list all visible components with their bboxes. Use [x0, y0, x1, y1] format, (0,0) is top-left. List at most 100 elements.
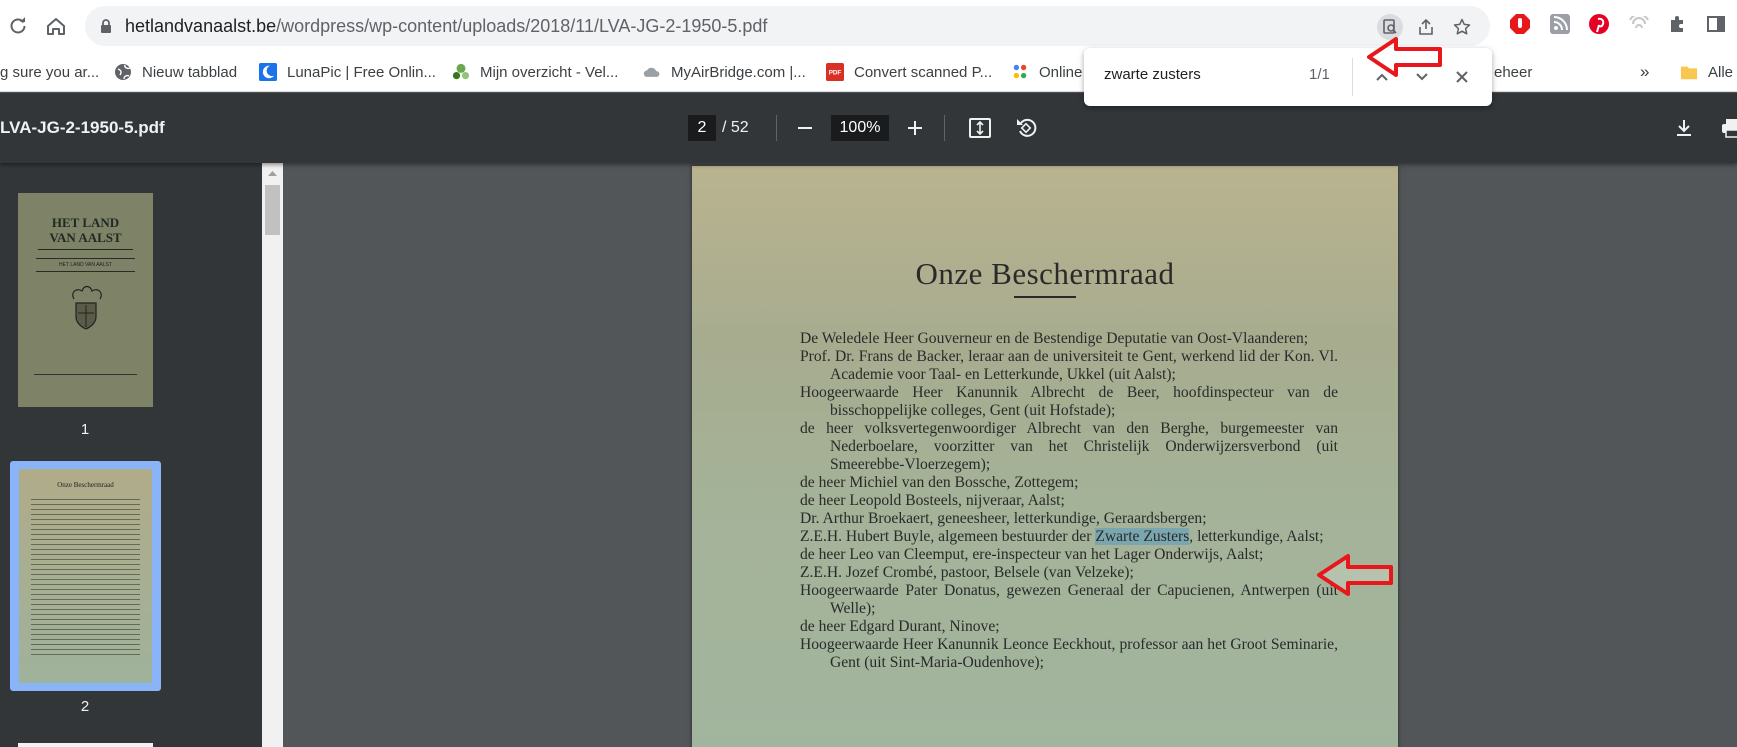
thumbnail-title: HET LAND VAN AALST	[49, 215, 122, 245]
red-arrow-annotation-icon	[1367, 37, 1442, 77]
bookmark-item[interactable]: Online	[1011, 58, 1082, 86]
side-panel-icon[interactable]	[1704, 12, 1728, 36]
thumbnail-number: 2	[80, 698, 90, 715]
bookmark-item[interactable]: g sure you ar...	[0, 58, 99, 86]
pdf-filename: LVA-JG-2-1950-5.pdf	[0, 118, 165, 137]
find-divider	[1352, 58, 1353, 96]
thumbnail-rule	[38, 249, 133, 250]
zoom-level-input[interactable]: 100%	[831, 115, 889, 141]
entry-text: Dr. Arthur Broekaert, geneesheer, letter…	[800, 510, 1207, 527]
entry-text: de heer Leopold Bosteels, nijveraar, Aal…	[800, 492, 1065, 509]
bookmarks-overflow-button[interactable]: »	[1640, 58, 1649, 86]
address-bar[interactable]: hetlandvanaalst.be/wordpress/wp-content/…	[85, 6, 1490, 46]
document-entry: de heer Leo van Cleemput, ere-inspecteur…	[800, 546, 1338, 564]
cloud-icon	[643, 63, 661, 81]
pinterest-extension-icon[interactable]	[1587, 12, 1611, 36]
thumbnail-number: 1	[80, 421, 90, 438]
document-entry: Dr. Arthur Broekaert, geneesheer, letter…	[800, 510, 1338, 528]
entry-text: de heer Michiel van den Bossche, Zottege…	[800, 474, 1079, 491]
thumbnail-banner: HET LAND VAN AALST	[36, 258, 135, 272]
lunapic-icon	[259, 63, 277, 81]
document-entry: Hoogeerwaarde Pater Donatus, gewezen Gen…	[800, 582, 1338, 618]
entry-text: Hoogeerwaarde Pater Donatus, gewezen Gen…	[800, 582, 1338, 617]
search-highlight: Zwarte Zusters	[1095, 528, 1190, 545]
puzzle-extensions-icon[interactable]	[1666, 12, 1690, 36]
minus-icon	[798, 127, 812, 129]
cast-extension-icon[interactable]	[1627, 12, 1651, 36]
entry-text: de heer Edgard Durant, Ninove;	[800, 618, 1000, 635]
sidebar-scrollbar[interactable]	[262, 163, 283, 747]
entry-text: Hoogeerwaarde Heer Kanunnik Albrecht de …	[800, 384, 1338, 419]
bookmark-label: LunaPic | Free Onlin...	[287, 63, 436, 81]
toolbar-divider	[776, 115, 777, 141]
bookmark-label: Mijn overzicht - Vel...	[480, 63, 619, 81]
entry-text: Prof. Dr. Frans de Backer, leraar aan de…	[800, 348, 1338, 383]
plus-icon	[908, 121, 922, 135]
document-entry: De Weledele Heer Gouverneur en de Besten…	[800, 330, 1338, 348]
reload-icon[interactable]	[2, 10, 34, 42]
document-entry: Hoogeerwaarde Heer Kanunnik Albrecht de …	[800, 384, 1338, 420]
entry-text: de heer volksvertegenwoordiger Albrecht …	[800, 420, 1338, 473]
browser-toolbar: hetlandvanaalst.be/wordpress/wp-content/…	[0, 0, 1737, 52]
bookmark-folder[interactable]: Alle	[1680, 58, 1733, 86]
download-button[interactable]	[1668, 112, 1700, 144]
document-entry: de heer volksvertegenwoordiger Albrecht …	[800, 420, 1338, 474]
svg-text:PDF: PDF	[829, 70, 842, 77]
zoom-out-button[interactable]	[789, 112, 821, 144]
bookmark-label: MyAirBridge.com |...	[671, 63, 806, 81]
document-entry: Hoogeerwaarde Heer Kanunnik Leonce Eeckh…	[800, 636, 1338, 672]
entry-text: de heer Leo van Cleemput, ere-inspecteur…	[800, 546, 1264, 563]
folder-icon	[1680, 63, 1698, 81]
find-input[interactable]: zwarte zusters	[1104, 66, 1201, 83]
bookmark-star-icon[interactable]	[1449, 14, 1475, 40]
close-icon	[1456, 71, 1468, 83]
rotate-button[interactable]	[1010, 112, 1042, 144]
entry-text: Hoogeerwaarde Heer Kanunnik Leonce Eeckh…	[800, 636, 1338, 671]
document-entry: Prof. Dr. Frans de Backer, leraar aan de…	[800, 348, 1338, 384]
scroll-up-icon	[268, 171, 277, 176]
lock-icon[interactable]	[98, 18, 114, 34]
bookmark-label: Alle	[1708, 63, 1734, 81]
adblock-extension-icon[interactable]	[1508, 12, 1532, 36]
page-number-input[interactable]: 2	[688, 115, 716, 141]
home-icon[interactable]	[40, 10, 72, 42]
pdf-icon: PDF	[826, 63, 844, 81]
globe-icon	[114, 63, 132, 81]
download-icon	[1677, 120, 1691, 136]
thumbnail-footer-rule	[34, 374, 137, 375]
bookmark-label: g sure you ar...	[0, 63, 100, 81]
entry-text: , letterkundige, Aalst;	[1189, 528, 1324, 545]
document-entry: Z.E.H. Hubert Buyle, algemeen bestuurder…	[800, 528, 1338, 546]
coat-of-arms-icon	[68, 285, 104, 335]
bookmark-item[interactable]: PDF Convert scanned P...	[826, 58, 992, 86]
bookmark-label: Convert scanned P...	[854, 63, 993, 81]
fit-to-page-button[interactable]	[964, 112, 996, 144]
red-arrow-annotation-icon	[1317, 554, 1393, 596]
scrollbar-thumb[interactable]	[265, 185, 280, 235]
document-entry: Z.E.H. Jozef Crombé, pastoor, Belsele (v…	[800, 564, 1338, 582]
print-button[interactable]	[1716, 112, 1737, 144]
thumbnail-selected-frame[interactable]: Onze Beschermraad	[10, 461, 161, 691]
zoom-in-button[interactable]	[899, 112, 931, 144]
rss-extension-icon[interactable]	[1548, 12, 1572, 36]
document-entry: de heer Edgard Durant, Ninove;	[800, 618, 1338, 636]
bookmark-item[interactable]: MyAirBridge.com |...	[643, 58, 806, 86]
url-text: hetlandvanaalst.be/wordpress/wp-content/…	[125, 16, 768, 36]
fit-page-icon	[969, 118, 991, 138]
thumbnail-page-2: Onze Beschermraad	[19, 469, 152, 683]
bookmark-label: Online	[1039, 63, 1083, 81]
thumbnail-page-3-edge	[18, 743, 153, 747]
find-close-button[interactable]	[1448, 63, 1476, 91]
entry-text: De Weledele Heer Gouverneur en de Besten…	[800, 330, 1309, 347]
bookmark-item[interactable]: Mijn overzicht - Vel...	[452, 58, 618, 86]
velo-icon	[452, 63, 470, 81]
document-entry: de heer Leopold Bosteels, nijveraar, Aal…	[800, 492, 1338, 510]
thumbnail-page-1[interactable]: HET LAND VAN AALST HET LAND VAN AALST	[18, 193, 153, 407]
bookmark-label: eheer	[1494, 63, 1533, 81]
page-total: / 52	[722, 119, 749, 136]
bookmark-item[interactable]: Nieuw tabblad	[114, 58, 237, 86]
bookmark-item[interactable]: LunaPic | Free Onlin...	[259, 58, 436, 86]
bookmark-label: Nieuw tabblad	[142, 63, 238, 81]
bookmark-item[interactable]: eheer	[1494, 58, 1532, 86]
thumbnail-title: Onze Beschermraad	[57, 481, 114, 489]
